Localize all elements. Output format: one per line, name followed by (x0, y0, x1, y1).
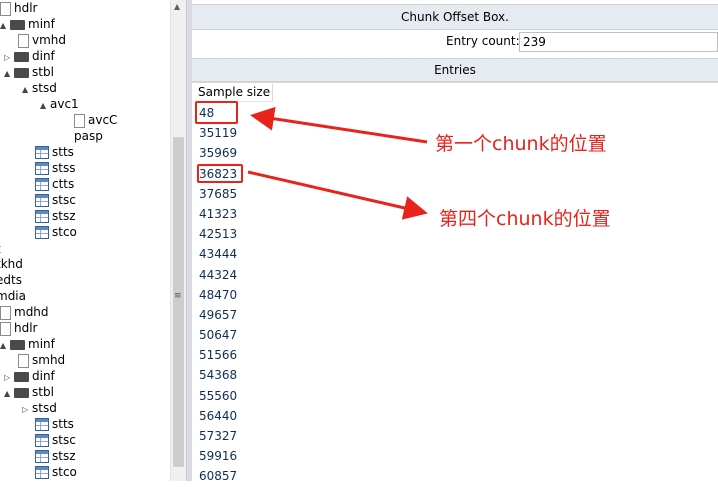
arrow-to-first-chunk (250, 106, 428, 144)
annotation-arrows (247, 106, 428, 220)
annotation-fourth-chunk: 第四个chunk的位置 (439, 208, 611, 230)
arrow-from-fourth-chunk (247, 170, 428, 220)
annotation-first-chunk: 第一个chunk的位置 (435, 133, 607, 155)
